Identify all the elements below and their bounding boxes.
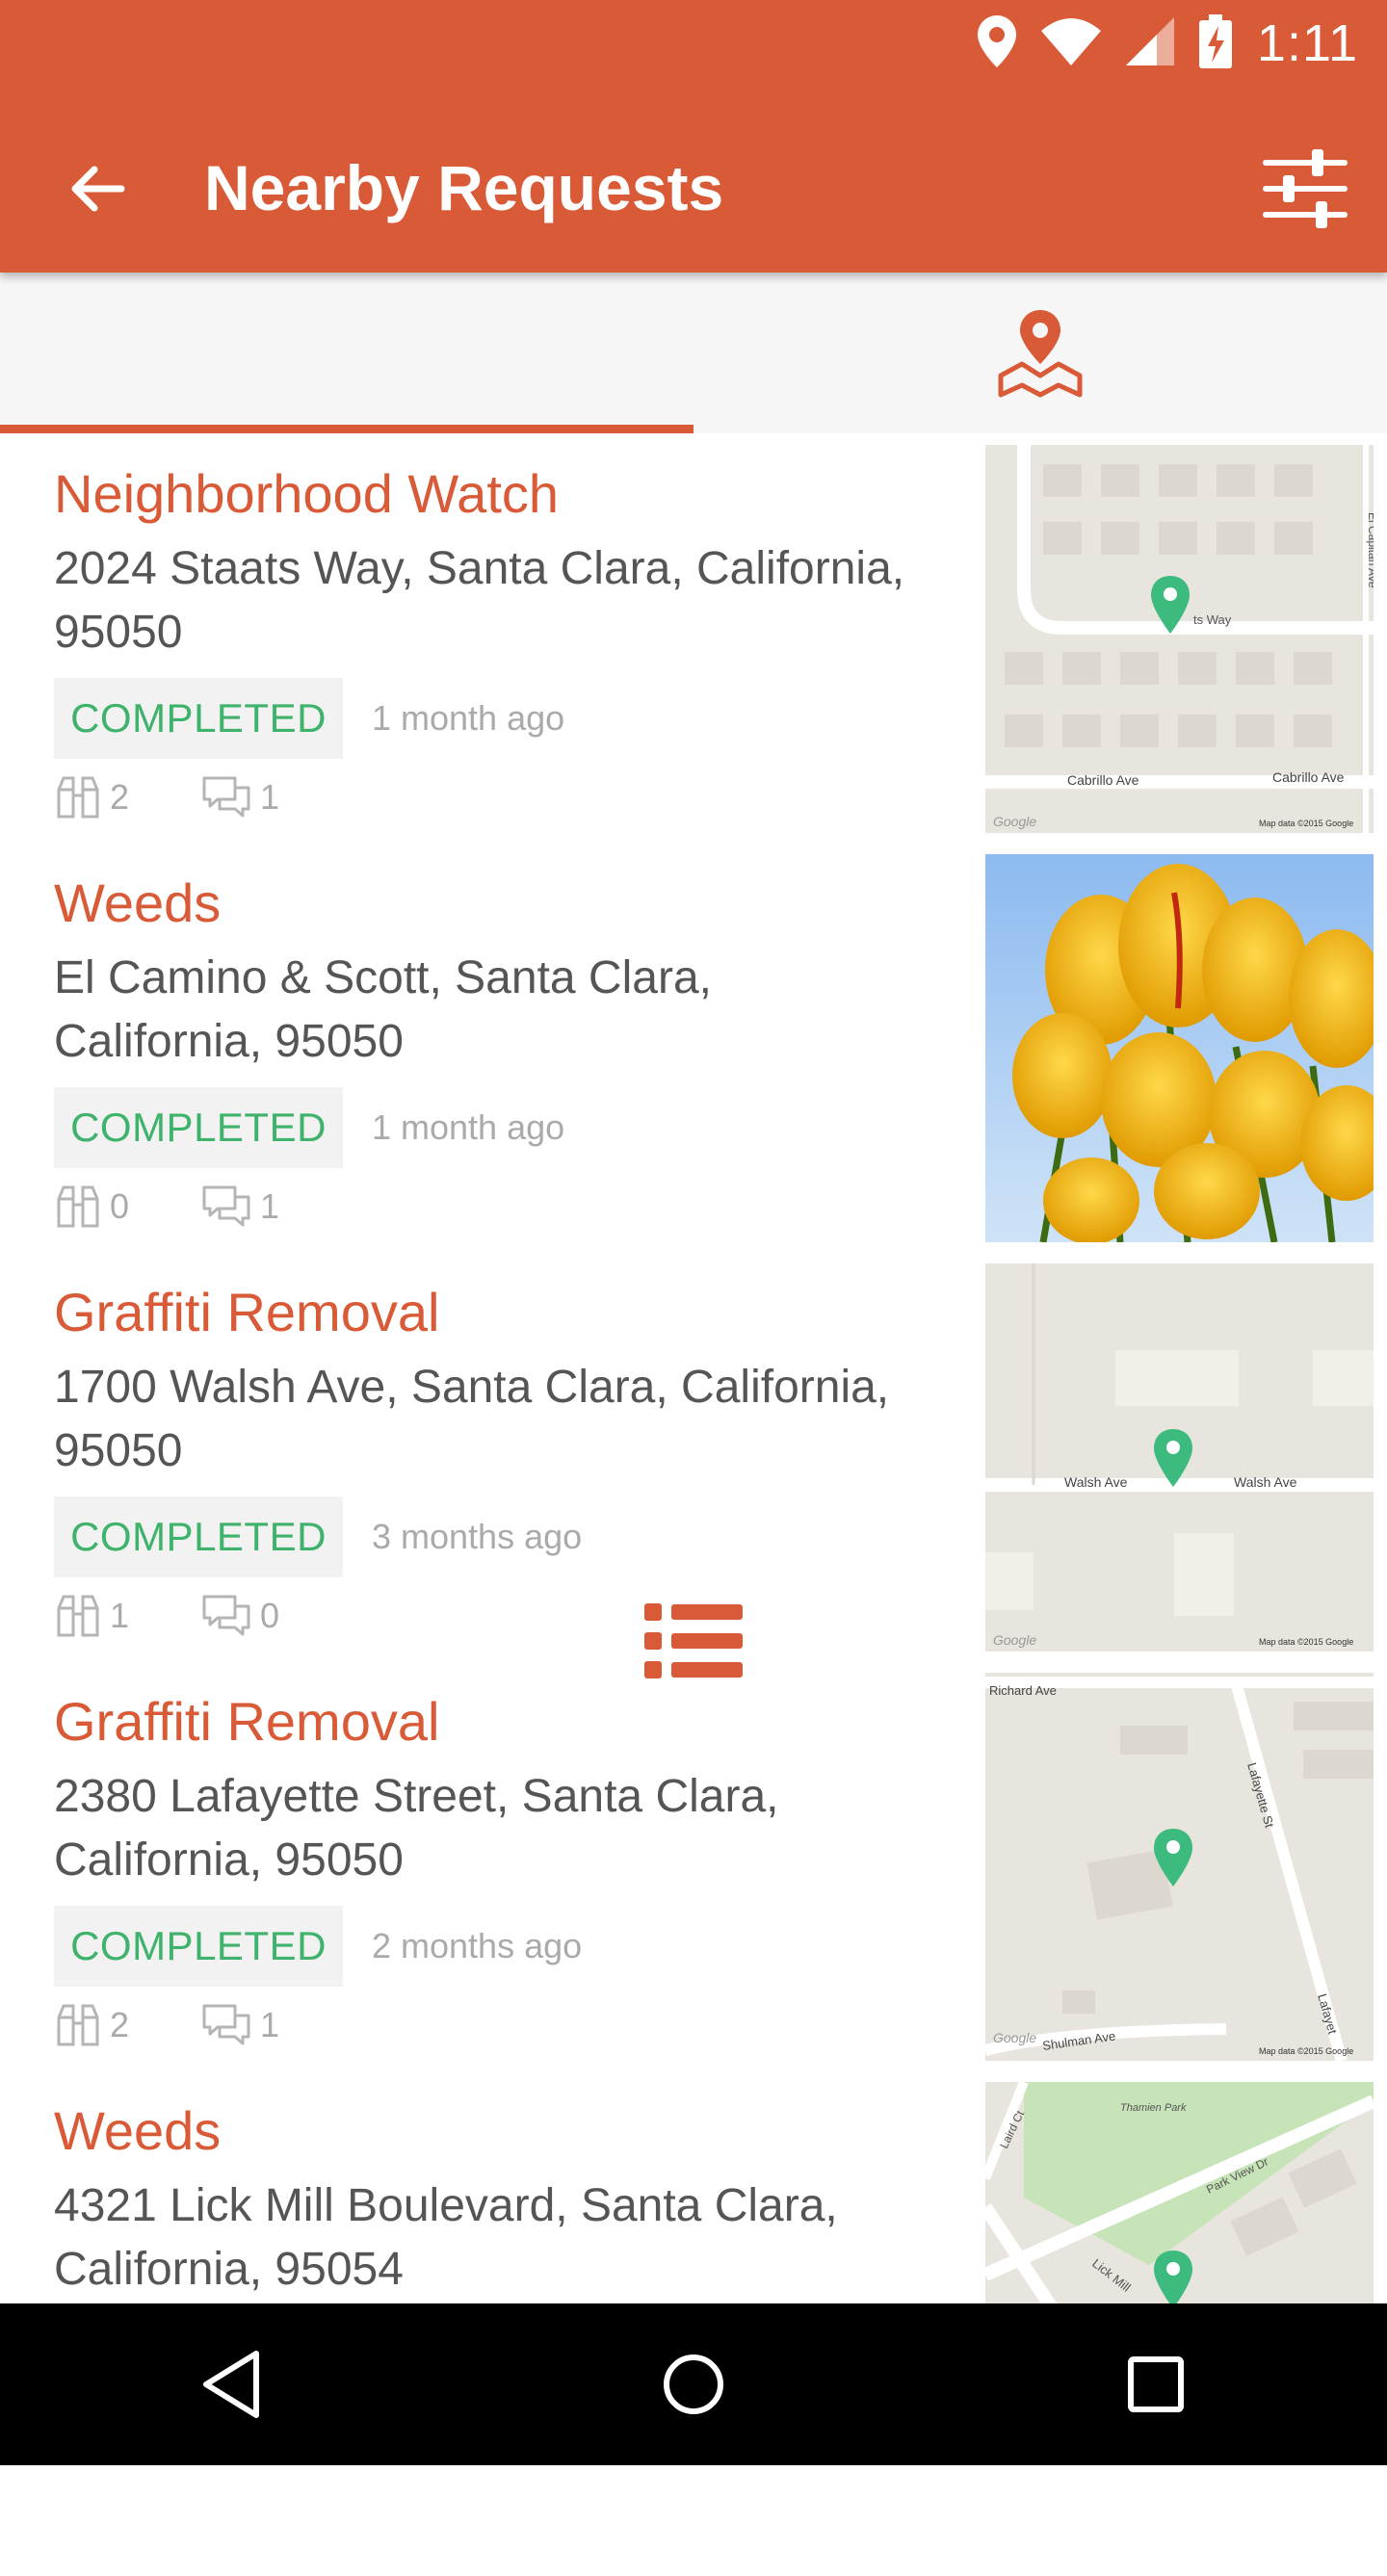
comments-count: 1 bbox=[202, 1998, 279, 2052]
request-address: El Camino & Scott, Santa Clara, Californ… bbox=[54, 952, 712, 1067]
photo-thumbnail[interactable] bbox=[985, 854, 1374, 1242]
map-credit: Map data ©2015 Google bbox=[1259, 2046, 1353, 2056]
binoculars-icon bbox=[57, 2004, 99, 2046]
filter-button[interactable] bbox=[1247, 131, 1363, 247]
toolbar: Nearby Requests bbox=[0, 96, 1387, 266]
binoculars-icon bbox=[57, 776, 99, 819]
back-triangle-icon bbox=[203, 2351, 259, 2418]
request-title: Weeds bbox=[54, 2100, 222, 2161]
map-pin-icon bbox=[998, 309, 1083, 397]
map-street-label: Richard Ave bbox=[989, 1683, 1057, 1698]
back-button[interactable] bbox=[50, 143, 143, 235]
map-street-label: ts Way bbox=[1193, 612, 1232, 627]
request-title: Graffiti Removal bbox=[54, 1282, 440, 1342]
list-item[interactable]: Neighborhood Watch 2024 Staats Way, Sant… bbox=[0, 433, 1387, 843]
map-street-label: Cabrillo Ave bbox=[1272, 769, 1345, 785]
page-title: Nearby Requests bbox=[204, 152, 724, 223]
arrow-back-icon bbox=[71, 166, 125, 212]
request-time: 3 months ago bbox=[372, 1517, 583, 1556]
tab-indicator bbox=[0, 425, 694, 433]
watchers-count: 2 bbox=[56, 1998, 129, 2052]
map-logo: Google bbox=[993, 814, 1036, 829]
request-time: 1 month ago bbox=[372, 1107, 565, 1147]
map-logo: Google bbox=[993, 2030, 1036, 2045]
map-thumbnail[interactable]: Walsh Ave Walsh Ave Google Map data ©201… bbox=[985, 1263, 1374, 1652]
request-time: 2 months ago bbox=[372, 1926, 583, 1965]
comments-icon bbox=[202, 776, 250, 818]
request-title: Graffiti Removal bbox=[54, 1691, 440, 1752]
view-tabs bbox=[0, 273, 1387, 1678]
comments-count: 1 bbox=[202, 770, 279, 824]
list-item[interactable]: Graffiti Removal 2380 Lafayette Street, … bbox=[0, 1661, 1387, 2070]
request-title: Weeds bbox=[54, 872, 222, 933]
binoculars-icon bbox=[57, 1595, 99, 1637]
comments-count: 0 bbox=[202, 1589, 279, 1643]
map-street-label: Cabrillo Ave bbox=[1067, 772, 1139, 788]
status-badge: COMPLETED bbox=[54, 678, 343, 759]
request-address: 2380 Lafayette Street, Santa Clara, Cali… bbox=[54, 1771, 779, 1886]
location-icon bbox=[977, 14, 1016, 72]
nav-recents-button[interactable] bbox=[925, 2303, 1387, 2465]
status-badge: COMPLETED bbox=[54, 1906, 343, 1987]
map-street-label: El Capitan Ave bbox=[1366, 512, 1374, 588]
map-street-label: Walsh Ave bbox=[1064, 1474, 1128, 1490]
map-thumbnail[interactable]: Richard Ave Lafayette St Lafayet Shulman… bbox=[985, 1673, 1374, 2061]
watchers-count: 0 bbox=[56, 1180, 129, 1234]
list-item[interactable]: Weeds El Camino & Scott, Santa Clara, Ca… bbox=[0, 843, 1387, 1252]
map-credit: Map data ©2015 Google bbox=[1259, 1637, 1353, 1647]
status-bar: 1:11 bbox=[977, 12, 1358, 75]
wifi-icon bbox=[1040, 17, 1101, 70]
request-time: 1 month ago bbox=[372, 698, 565, 738]
map-street-label: Thamien Park bbox=[1120, 2102, 1187, 2114]
nav-back-button[interactable] bbox=[0, 2303, 462, 2465]
list-item[interactable]: Weeds 4321 Lick Mill Boulevard, Santa Cl… bbox=[0, 2070, 1387, 2303]
request-list: Neighborhood Watch 2024 Staats Way, Sant… bbox=[0, 433, 1387, 2303]
map-street-label: Walsh Ave bbox=[1234, 1474, 1297, 1490]
status-badge: COMPLETED bbox=[54, 1496, 343, 1577]
battery-charging-icon bbox=[1198, 13, 1232, 73]
nav-home-button[interactable] bbox=[462, 2303, 925, 2465]
home-circle-icon bbox=[664, 2355, 723, 2414]
request-address: 1700 Walsh Ave, Santa Clara, California,… bbox=[54, 1362, 890, 1476]
sliders-icon bbox=[1263, 149, 1348, 228]
request-address: 4321 Lick Mill Boulevard, Santa Clara, C… bbox=[54, 2180, 838, 2295]
app-bar: 1:11 Nearby Requests bbox=[0, 0, 1387, 273]
map-credit: Map data ©2015 Google bbox=[1259, 819, 1353, 828]
comments-icon bbox=[202, 1595, 250, 1636]
signal-icon bbox=[1125, 16, 1174, 70]
request-address: 2024 Staats Way, Santa Clara, California… bbox=[54, 543, 905, 658]
recents-square-icon bbox=[1128, 2356, 1184, 2412]
watchers-count: 1 bbox=[56, 1589, 129, 1643]
system-nav-bar bbox=[0, 2303, 1387, 2465]
tab-map[interactable] bbox=[694, 273, 1387, 433]
comments-icon bbox=[202, 2004, 250, 2045]
request-title: Neighborhood Watch bbox=[54, 463, 560, 524]
list-item[interactable]: Graffiti Removal 1700 Walsh Ave, Santa C… bbox=[0, 1252, 1387, 1661]
map-thumbnail[interactable]: ts Way Cabrillo Ave Cabrillo Ave El Capi… bbox=[985, 445, 1374, 833]
status-time: 1:11 bbox=[1256, 14, 1358, 72]
watchers-count: 2 bbox=[56, 770, 129, 824]
map-logo: Google bbox=[993, 1632, 1036, 1648]
status-badge: COMPLETED bbox=[54, 1087, 343, 1168]
map-thumbnail[interactable]: Thamien Park Park View Dr Laird Ct Lick … bbox=[985, 2082, 1374, 2303]
comments-count: 1 bbox=[202, 1180, 279, 1234]
comments-icon bbox=[202, 1185, 250, 1227]
binoculars-icon bbox=[57, 1185, 99, 1228]
